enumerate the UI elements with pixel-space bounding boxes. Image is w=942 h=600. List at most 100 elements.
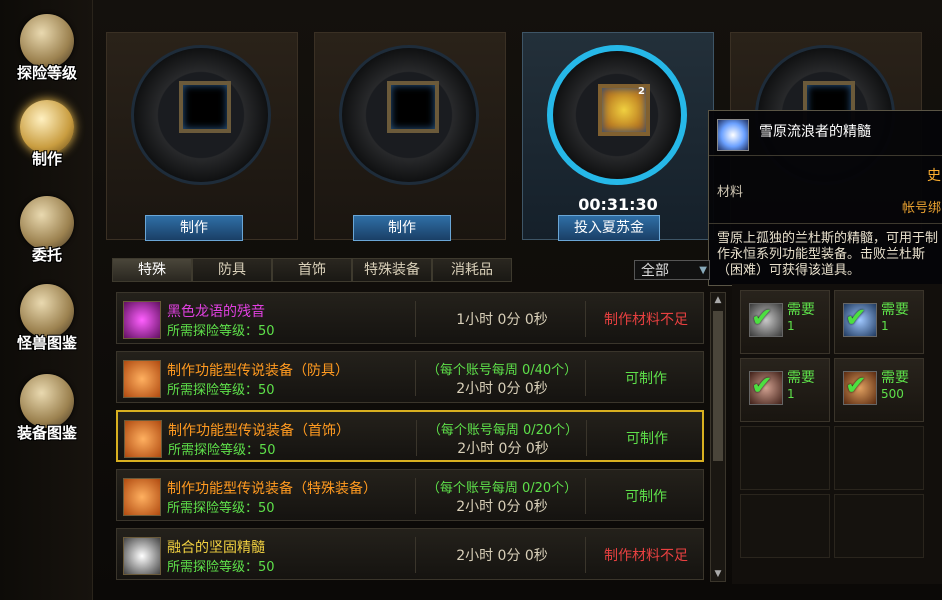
checkmark-icon: ✔ (845, 303, 867, 333)
empty-slot-icon (387, 81, 439, 133)
legendary-armor-icon (123, 360, 161, 398)
nav-label: 装备图鉴 (16, 424, 77, 442)
material-slot[interactable]: ✔ 需要 1 (740, 290, 830, 354)
craft-slot: 制作 (106, 32, 298, 241)
level-label: 所需探险等级： (168, 443, 260, 458)
recipe-name: 制作功能型传说装备（防具） (167, 363, 349, 379)
legendary-special-equipment-icon (123, 478, 161, 516)
filter-dropdown[interactable]: 全部 ▼ (634, 260, 710, 280)
recipe-level: 所需探险等级：50 (167, 320, 275, 339)
materials-grid: ✔ 需要 1 ✔ 需要 1 ✔ 需要 1 ✔ 需要 500 (732, 284, 942, 584)
material-need: 需要 (787, 302, 815, 318)
tab-special[interactable]: 特殊 (112, 258, 192, 282)
material-slot[interactable]: ✔ 需要 500 (834, 358, 924, 422)
material-slot[interactable]: ✔ 需要 1 (834, 290, 924, 354)
armor-book-icon (20, 374, 74, 428)
recipe-time: 2小时 0分 0秒 (456, 381, 548, 397)
tooltip-type: 材料 (717, 185, 744, 200)
nav-item-craft[interactable]: 制作 (4, 94, 90, 178)
recipe-row-selected[interactable]: 制作功能型传说装备（首饰） 所需探险等级：50 （每个账号每周 0/20个） 2… (116, 410, 704, 462)
recipe-row[interactable]: 制作功能型传说装备（特殊装备） 所需探险等级：50 （每个账号每周 0/20个）… (116, 469, 704, 521)
recipe-time: 2小时 0分 0秒 (456, 499, 548, 515)
recipe-name: 制作功能型传说装备（特殊装备） (167, 481, 377, 497)
recipe-status: 制作材料不足 (604, 312, 688, 328)
tab-accessory[interactable]: 首饰 (272, 258, 352, 282)
divider (415, 478, 416, 514)
recipe-scrollbar[interactable]: ▲ ▼ (710, 292, 726, 582)
tab-consumable[interactable]: 消耗品 (432, 258, 512, 282)
recipe-row[interactable]: 黑色龙语的残音 所需探险等级：50 1小时 0分 0秒 制作材料不足 (116, 292, 704, 344)
recipe-time: 2小时 0分 0秒 (457, 441, 549, 457)
recipe-name: 制作功能型传说装备（首饰） (168, 423, 350, 439)
level-label: 所需探险等级： (167, 501, 259, 516)
nav-item-armor-book[interactable]: 装备图鉴 (4, 368, 90, 452)
recipe-name: 融合的坚固精髓 (167, 540, 265, 556)
recipe-row[interactable]: 融合的坚固精髓 所需探险等级：50 2小时 0分 0秒 制作材料不足 (116, 528, 704, 580)
item-count: 2 (638, 86, 645, 97)
divider (709, 223, 942, 224)
recipe-level: 所需探险等级：50 (167, 556, 275, 575)
craft-slot: 制作 (314, 32, 506, 241)
divider (585, 360, 586, 396)
anvil-icon (20, 100, 74, 154)
level-value: 50 (259, 443, 276, 458)
empty-material-slot (740, 426, 830, 490)
crafting-window: 探险等级 制作 委托 怪兽图鉴 装备图鉴 制作 制作 2 00:31:30 投入… (0, 0, 942, 600)
divider (585, 537, 586, 573)
craft-button[interactable]: 制作 (145, 215, 243, 241)
envelope-icon (20, 196, 74, 250)
recipe-name: 黑色龙语的残音 (167, 304, 265, 320)
recipe-list: 黑色龙语的残音 所需探险等级：50 1小时 0分 0秒 制作材料不足 制作功能型… (114, 290, 706, 580)
divider (415, 360, 416, 396)
nav-label: 怪兽图鉴 (16, 334, 77, 352)
craft-slot-active: 2 00:31:30 投入夏苏金 (522, 32, 714, 241)
map-scroll-icon (20, 14, 74, 68)
craft-timer: 00:31:30 (578, 195, 658, 214)
chevron-up-icon[interactable]: ▲ (711, 293, 725, 307)
recipe-limit: （每个账号每周 0/20个） (426, 481, 578, 496)
level-label: 所需探险等级： (167, 560, 259, 575)
crafting-item-icon[interactable]: 2 (598, 84, 650, 136)
craft-button[interactable]: 制作 (353, 215, 451, 241)
material-count: 1 (787, 319, 795, 333)
checkmark-icon: ✔ (845, 371, 867, 401)
recipe-row[interactable]: 制作功能型传说装备（防具） 所需探险等级：50 （每个账号每周 0/40个） 2… (116, 351, 704, 403)
essence-icon (717, 119, 749, 151)
divider (709, 155, 942, 156)
material-slot[interactable]: ✔ 需要 1 (740, 358, 830, 422)
tab-special-equipment[interactable]: 特殊装备 (352, 258, 432, 282)
nav-item-monster-book[interactable]: 怪兽图鉴 (4, 278, 90, 362)
fused-essence-icon (123, 537, 161, 575)
empty-material-slot (834, 494, 924, 558)
monster-book-icon (20, 284, 74, 338)
tooltip-rarity: 史 (927, 168, 941, 184)
nav-label: 制作 (31, 150, 62, 168)
nav-label: 委托 (31, 246, 62, 264)
filter-value: 全部 (641, 263, 669, 279)
scroll-thumb[interactable] (713, 311, 723, 461)
checkmark-icon: ✔ (751, 371, 773, 401)
divider (586, 420, 587, 456)
legendary-accessory-icon (124, 420, 162, 458)
recipe-level: 所需探险等级：50 (167, 379, 275, 398)
material-need: 需要 (787, 370, 815, 386)
recipe-limit: （每个账号每周 0/40个） (426, 363, 578, 378)
nav-item-adventure-level[interactable]: 探险等级 (4, 8, 90, 92)
level-value: 50 (258, 560, 275, 575)
material-count: 1 (881, 319, 889, 333)
nav-item-commission[interactable]: 委托 (4, 190, 90, 274)
divider (416, 420, 417, 456)
tooltip-bind: 帐号绑 (901, 201, 941, 216)
chevron-down-icon[interactable]: ▼ (711, 567, 725, 581)
material-count: 1 (787, 387, 795, 401)
invest-gold-button[interactable]: 投入夏苏金 (558, 215, 660, 241)
recipe-status: 可制作 (625, 371, 667, 387)
tooltip-description: 雪原上孤独的兰杜斯的精髓，可用于制作永恒系列功能型装备。击败兰杜斯（困难）可获得… (717, 231, 939, 278)
tooltip-title: 雪原流浪者的精髓 (759, 124, 871, 140)
divider (585, 478, 586, 514)
recipe-status: 可制作 (625, 489, 667, 505)
nav-label: 探险等级 (16, 64, 77, 82)
recipe-level: 所需探险等级：50 (168, 439, 276, 458)
slot-ring (339, 45, 479, 185)
tab-armor[interactable]: 防具 (192, 258, 272, 282)
